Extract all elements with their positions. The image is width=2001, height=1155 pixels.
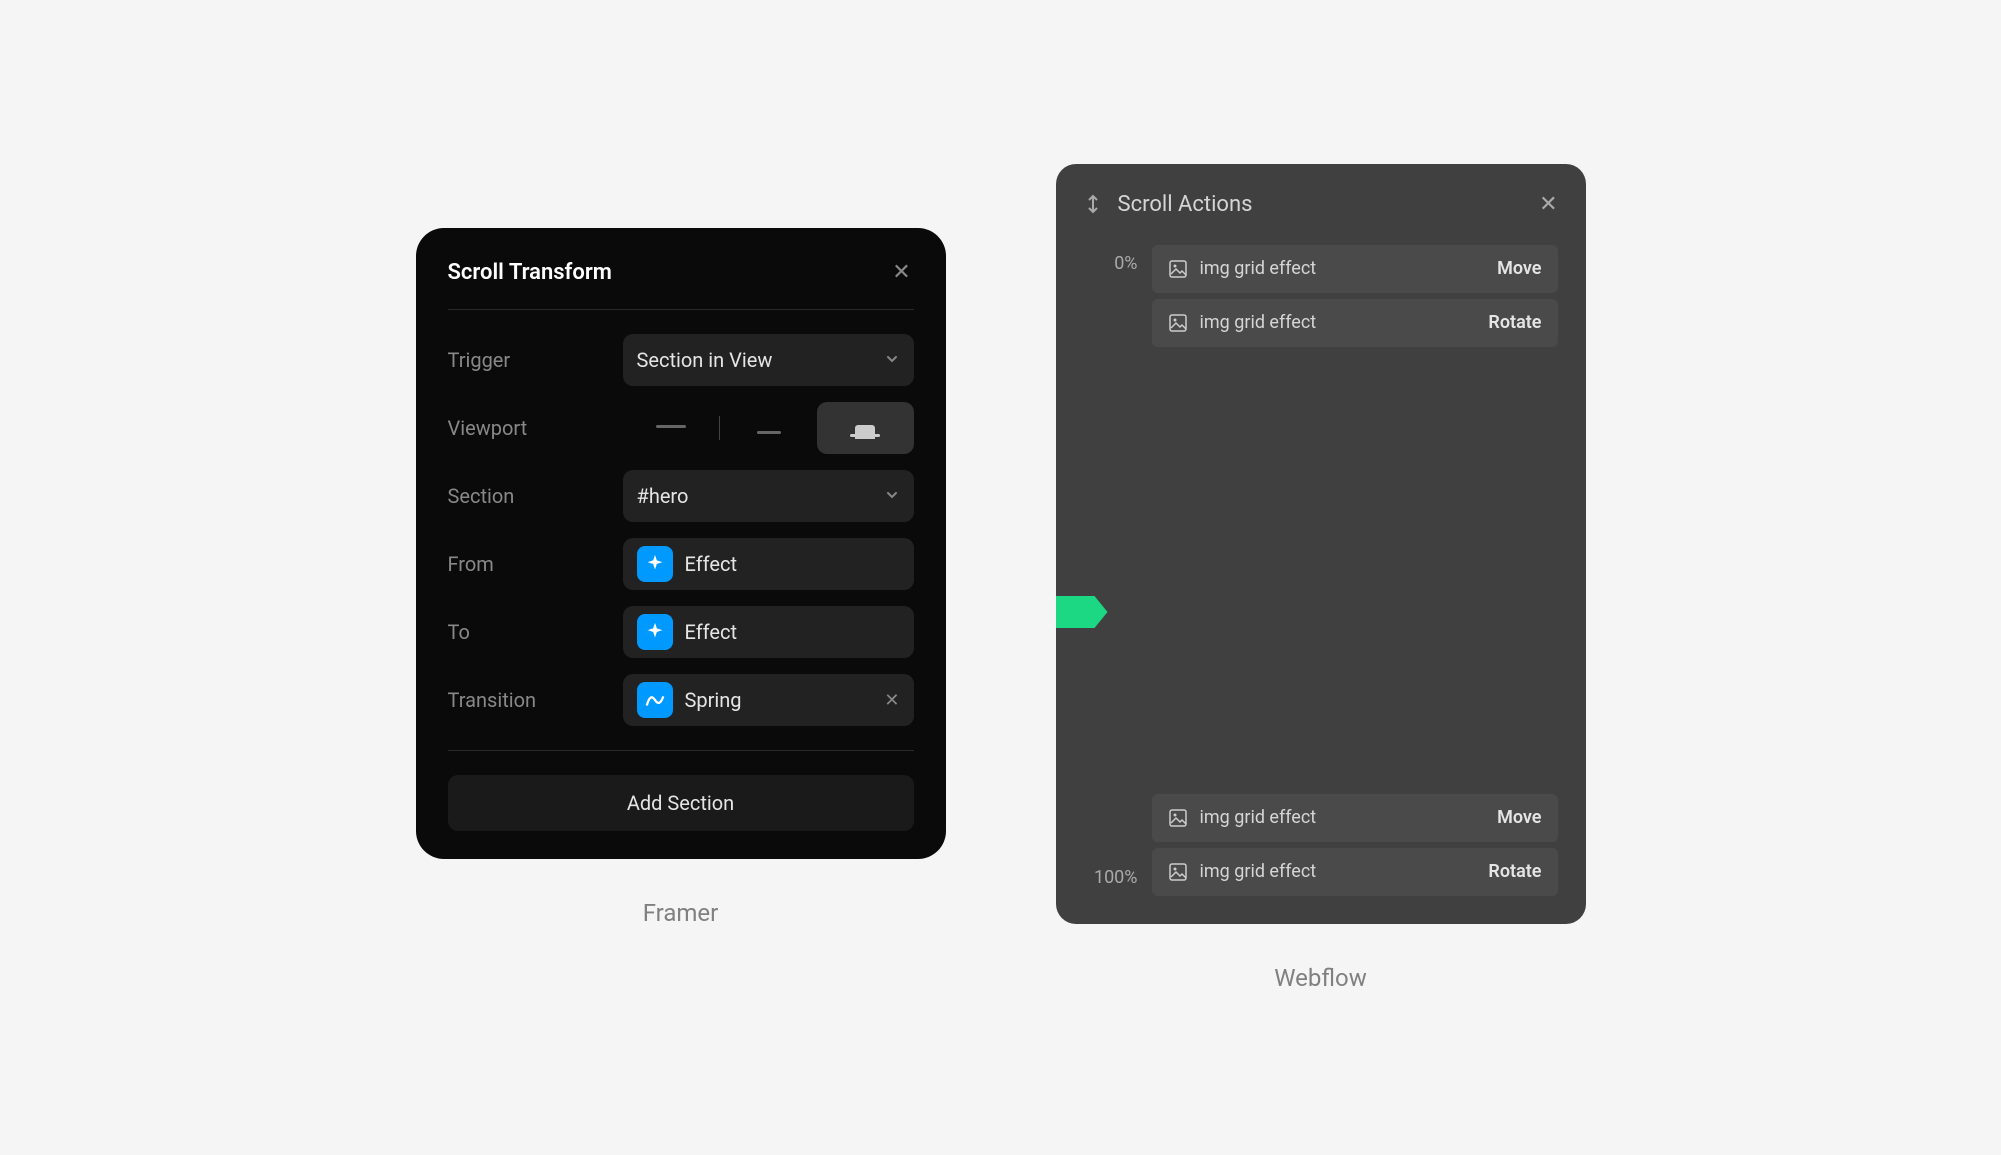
percent-100-label: 100% [1094, 867, 1138, 888]
add-section-label: Add Section [627, 791, 734, 815]
viewport-row: Viewport [448, 402, 914, 454]
trigger-row: Trigger Section in View [448, 334, 914, 386]
timeline: 0% 100% img grid effect Move [1084, 245, 1558, 896]
action-name: img grid effect [1200, 861, 1489, 882]
viewport-segmented-control [623, 402, 914, 454]
close-icon: ✕ [892, 260, 910, 285]
action-row[interactable]: img grid effect Rotate [1152, 848, 1558, 896]
transition-row: Transition Spring ✕ [448, 674, 914, 726]
viewport-middle-icon [754, 419, 784, 437]
trigger-dropdown[interactable]: Section in View [623, 334, 914, 386]
from-row: From Effect [448, 538, 914, 590]
playhead-icon [1056, 596, 1108, 628]
action-name: img grid effect [1200, 258, 1498, 279]
scroll-vertical-icon [1084, 193, 1102, 215]
action-row[interactable]: img grid effect Rotate [1152, 299, 1558, 347]
action-type: Move [1497, 807, 1541, 828]
close-icon: ✕ [1539, 192, 1557, 217]
chevron-down-icon [884, 348, 900, 372]
from-value: Effect [685, 552, 737, 576]
action-group-bottom: img grid effect Move img grid effect Rot… [1152, 794, 1558, 896]
to-row: To Effect [448, 606, 914, 658]
framer-header: Scroll Transform ✕ [448, 260, 914, 310]
framer-caption: Framer [643, 899, 719, 927]
viewport-bottom-icon [850, 419, 880, 437]
trigger-label: Trigger [448, 348, 623, 372]
transition-button[interactable]: Spring ✕ [623, 674, 914, 726]
panel-title: Scroll Transform [448, 260, 612, 285]
percent-0-label: 0% [1114, 253, 1137, 274]
from-label: From [448, 552, 623, 576]
viewport-top-icon [656, 419, 686, 437]
transition-value: Spring [685, 688, 742, 712]
to-label: To [448, 620, 623, 644]
image-icon [1168, 808, 1188, 828]
viewport-bottom-option[interactable] [817, 402, 914, 454]
viewport-top-option[interactable] [623, 402, 720, 454]
sparkle-icon [637, 614, 673, 650]
chevron-down-icon [884, 484, 900, 508]
sparkle-icon [637, 546, 673, 582]
webflow-caption: Webflow [1274, 964, 1366, 992]
to-value: Effect [685, 620, 737, 644]
action-name: img grid effect [1200, 807, 1498, 828]
timeline-labels: 0% 100% [1084, 245, 1152, 896]
from-effect-button[interactable]: Effect [623, 538, 914, 590]
webflow-header: Scroll Actions ✕ [1084, 192, 1558, 217]
section-row: Section #hero [448, 470, 914, 522]
image-icon [1168, 313, 1188, 333]
close-button[interactable]: ✕ [1539, 192, 1557, 217]
remove-transition-button[interactable]: ✕ [884, 690, 899, 711]
to-effect-button[interactable]: Effect [623, 606, 914, 658]
add-section-button[interactable]: Add Section [448, 775, 914, 831]
trigger-value: Section in View [637, 348, 773, 372]
viewport-middle-option[interactable] [720, 402, 817, 454]
action-row[interactable]: img grid effect Move [1152, 794, 1558, 842]
framer-panel: Scroll Transform ✕ Trigger Section in Vi… [416, 228, 946, 859]
spring-curve-icon [637, 682, 673, 718]
section-value: #hero [637, 484, 689, 508]
action-group-top: img grid effect Move img grid effect Rot… [1152, 245, 1558, 347]
viewport-label: Viewport [448, 416, 623, 440]
image-icon [1168, 862, 1188, 882]
transition-label: Transition [448, 688, 623, 712]
divider [448, 750, 914, 751]
section-label: Section [448, 484, 623, 508]
action-row[interactable]: img grid effect Move [1152, 245, 1558, 293]
action-type: Move [1497, 258, 1541, 279]
close-button[interactable]: ✕ [890, 261, 914, 285]
action-type: Rotate [1488, 861, 1541, 882]
action-name: img grid effect [1200, 312, 1489, 333]
image-icon [1168, 259, 1188, 279]
webflow-panel: Scroll Actions ✕ 0% 100% img gri [1056, 164, 1586, 924]
section-dropdown[interactable]: #hero [623, 470, 914, 522]
panel-title: Scroll Actions [1118, 192, 1524, 217]
timeline-content: img grid effect Move img grid effect Rot… [1152, 245, 1558, 896]
action-type: Rotate [1488, 312, 1541, 333]
playhead-marker[interactable] [1056, 596, 1108, 628]
